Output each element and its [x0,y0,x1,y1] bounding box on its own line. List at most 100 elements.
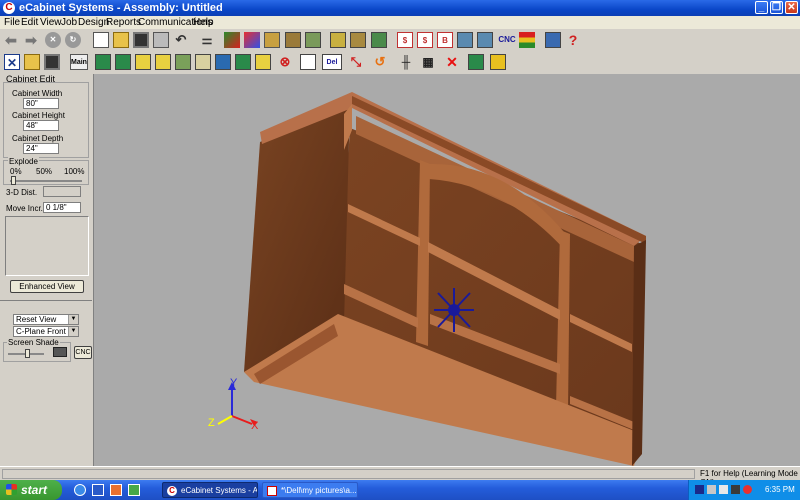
depth-field[interactable]: 24" [23,143,59,154]
open-folder-icon[interactable] [113,32,129,48]
cabinet-parts-icon[interactable] [350,32,366,48]
undo-icon[interactable]: ↶ [173,32,189,48]
move-field[interactable]: 0 1/8" [43,202,81,213]
close-button[interactable]: ✕ [785,1,798,14]
height-field[interactable]: 48" [23,120,59,131]
depth-label: Cabinet Depth [12,134,64,143]
divider-icon[interactable] [195,54,211,70]
explode-tick-0: 0% [10,167,22,176]
c-plane-select[interactable]: C-Plane Front ▼ [13,326,79,337]
report-icon[interactable]: $ [397,32,413,48]
toe-kick-icon[interactable] [235,54,251,70]
media-icon[interactable] [110,484,122,496]
tray-icon-3[interactable] [719,485,728,494]
print-icon[interactable] [153,32,169,48]
messenger-icon[interactable] [128,484,140,496]
menu-design[interactable]: Design [78,17,109,28]
base-cabinet-icon[interactable] [95,54,111,70]
calculator-icon[interactable] [300,54,316,70]
price-report-icon[interactable]: $ [417,32,433,48]
cabinet-edit-panel: Cabinet Edit Cabinet Width 80" Cabinet H… [0,74,94,466]
task-paint-label: *\Dell\my pictures\a... [281,486,357,495]
wall-cabinet-icon[interactable] [115,54,131,70]
explode-slider-thumb[interactable] [11,176,16,185]
axis-x-label: X [251,420,259,432]
minimize-button[interactable]: _ [755,1,768,14]
task-paint[interactable]: *\Dell\my pictures\a... [262,482,358,498]
right-side-edge [632,240,646,466]
start-button[interactable]: start [0,480,62,500]
cnc-icon[interactable]: CNC [497,32,517,48]
3d-viewport[interactable]: Y X Z [94,74,800,466]
dist-field[interactable] [43,186,81,197]
exit-icon[interactable]: ✕ [4,54,20,70]
security-icon[interactable] [743,485,752,494]
back-arrow-icon[interactable]: ⬅ [3,32,19,48]
desktop-icon[interactable] [92,484,104,496]
edit-save-icon[interactable] [44,54,60,70]
monitor-icon[interactable] [545,32,561,48]
drawer-icon[interactable] [135,54,151,70]
cnc-button[interactable]: CNC [74,346,92,359]
speaker-icon[interactable] [731,485,740,494]
color-icon[interactable] [244,32,260,48]
menu-view[interactable]: View [40,17,62,28]
menu-edit[interactable]: Edit [21,17,38,28]
delete-item-icon[interactable]: Del [322,54,342,70]
shelf-icon[interactable] [175,54,191,70]
send-icon[interactable] [457,32,473,48]
tray-icon-2[interactable] [707,485,716,494]
draw-line-icon[interactable]: ⤡ [348,54,364,70]
main-icon[interactable]: Main [70,54,88,70]
delete-icon[interactable]: ✕ [444,54,460,70]
flag-icon[interactable] [519,32,535,48]
restore-button[interactable]: ❐ [770,1,783,14]
cabinet-icon[interactable] [330,32,346,48]
main-toolbar: ⬅ ➡ ✕ ↻ ↶ ⚌ $ $ B CNC ? [0,29,800,53]
dimension-icon[interactable] [490,54,506,70]
box-icon[interactable] [155,54,171,70]
door-icon[interactable] [255,54,271,70]
columns-icon[interactable]: ╫ [398,54,414,70]
new-file-icon[interactable] [93,32,109,48]
task-ecabinet[interactable]: C eCabinet Systems - A... [162,482,258,498]
hardware-icon[interactable]: ⊗ [277,54,293,70]
menu-help[interactable]: Help [193,17,214,28]
help-icon[interactable]: ? [565,32,581,48]
tray-icon-1[interactable] [695,485,704,494]
stop-icon[interactable]: ✕ [45,32,61,48]
menu-bar: File Edit View Job Design Reports Commun… [0,16,800,29]
status-pane [2,469,695,479]
width-label: Cabinet Width [12,89,63,98]
grid-icon[interactable] [264,32,280,48]
panel-icon[interactable] [305,32,321,48]
window-title: eCabinet Systems - Assembly: Untitled [19,2,223,14]
pivot-marker-icon[interactable] [434,288,474,332]
shade-color-swatch[interactable] [53,347,67,357]
windows-logo-icon [6,484,17,495]
reset-view-select[interactable]: Reset View ▼ [13,314,79,325]
cut-list-icon[interactable] [371,32,387,48]
menu-file[interactable]: File [4,17,20,28]
ecabinet-task-icon: C [167,486,177,496]
menu-job[interactable]: Job [61,17,77,28]
arch-icon[interactable] [285,32,301,48]
ie-icon[interactable] [74,484,86,496]
forward-arrow-icon[interactable]: ➡ [23,32,39,48]
upload-icon[interactable] [477,32,493,48]
menu-reports[interactable]: Reports [106,17,141,28]
rotate-icon[interactable]: ↺ [372,54,388,70]
settings-sliders-icon[interactable]: ⚌ [199,32,215,48]
enhanced-view-button[interactable]: Enhanced View [10,280,84,293]
camera-icon[interactable] [468,54,484,70]
edit-open-icon[interactable] [24,54,40,70]
dropdown-arrow-icon: ▼ [68,315,78,324]
width-field[interactable]: 80" [23,98,59,109]
save-icon[interactable] [133,32,149,48]
face-frame-icon[interactable] [215,54,231,70]
hatch-icon[interactable]: ▦ [420,54,436,70]
shade-slider-thumb[interactable] [25,349,30,358]
material-icon[interactable] [224,32,240,48]
refresh-icon[interactable]: ↻ [65,32,81,48]
bill-report-icon[interactable]: B [437,32,453,48]
